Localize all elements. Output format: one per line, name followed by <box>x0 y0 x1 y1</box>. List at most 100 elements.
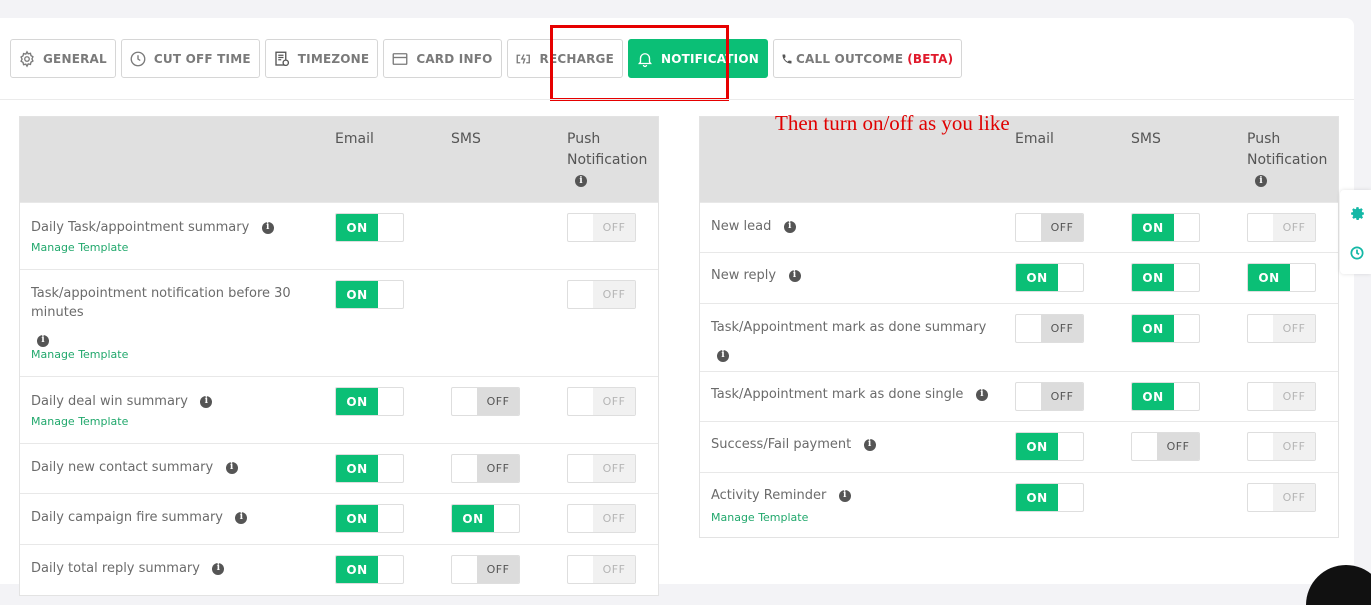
row-label-text: New reply <box>711 268 777 283</box>
push-toggle[interactable]: OFF <box>1247 213 1316 242</box>
row-label: Daily Task/appointment summary i <box>31 218 321 237</box>
push-toggle[interactable]: OFF <box>1247 382 1316 411</box>
info-icon[interactable]: i <box>200 395 213 408</box>
push-toggle[interactable]: OFF <box>567 213 636 242</box>
table-row: Daily total reply summary i ON OFF OFF <box>20 544 658 604</box>
email-toggle[interactable]: ON <box>335 213 404 242</box>
table-row: Daily new contact summary i ON OFF OFF <box>20 443 658 493</box>
column-sms: SMS <box>451 131 481 147</box>
info-icon[interactable]: i <box>863 438 876 451</box>
row-label: Daily campaign fire summary i <box>31 508 321 527</box>
sms-toggle[interactable]: OFF <box>451 454 520 483</box>
row-label-text: Activity Reminder <box>711 488 827 503</box>
side-toolbar <box>1340 190 1371 274</box>
toggle-off-label: OFF <box>593 505 635 532</box>
tab-label: CUT OFF TIME <box>153 51 251 66</box>
table-header: Email SMS Push Notification i <box>20 117 658 202</box>
email-toggle[interactable]: OFF <box>1015 314 1084 343</box>
info-icon[interactable]: i <box>783 220 796 233</box>
toggle-off-label: OFF <box>1041 315 1083 342</box>
column-push: Push Notification i <box>1247 129 1337 192</box>
history-clock-icon[interactable] <box>1348 244 1366 262</box>
email-toggle[interactable]: ON <box>1015 483 1084 512</box>
row-label-text: Success/Fail payment <box>711 437 852 452</box>
table-row: Daily campaign fire summary i ON ON OFF <box>20 493 658 544</box>
push-toggle[interactable]: OFF <box>567 387 636 416</box>
info-icon[interactable]: i <box>212 562 225 575</box>
toggle-off-label: OFF <box>477 388 519 415</box>
push-toggle[interactable]: OFF <box>1247 432 1316 461</box>
email-toggle[interactable]: ON <box>335 555 404 584</box>
push-toggle[interactable]: OFF <box>567 280 636 309</box>
toggle-off-label: OFF <box>477 556 519 583</box>
push-toggle[interactable]: OFF <box>1247 314 1316 343</box>
manage-template-link[interactable]: Manage Template <box>711 511 808 524</box>
info-icon: i <box>1255 175 1267 187</box>
push-toggle[interactable]: ON <box>1247 263 1316 292</box>
row-label: Daily new contact summary i <box>31 458 321 477</box>
tab-call-outcome[interactable]: CALL OUTCOME (BETA) <box>772 39 963 78</box>
row-label-text: Daily campaign fire summary <box>31 510 223 525</box>
email-toggle[interactable]: ON <box>1015 432 1084 461</box>
toggle-on-label: ON <box>336 455 378 482</box>
tabs-divider <box>0 99 1354 100</box>
email-toggle[interactable]: ON <box>335 387 404 416</box>
toggle-on-label: ON <box>1132 383 1174 410</box>
manage-template-link[interactable]: Manage Template <box>31 415 128 428</box>
settings-gear-icon[interactable] <box>1348 204 1366 222</box>
tab-cut-off-time[interactable]: CUT OFF TIME <box>120 39 260 78</box>
info-icon[interactable]: i <box>717 349 729 362</box>
info-icon[interactable]: i <box>225 461 238 474</box>
info-icon[interactable]: i <box>838 489 851 502</box>
tab-notification[interactable]: NOTIFICATION <box>627 39 768 78</box>
column-push-label: Push Notification <box>1247 131 1328 168</box>
push-toggle[interactable]: OFF <box>1247 483 1316 512</box>
sms-toggle[interactable]: ON <box>1131 382 1200 411</box>
toggle-on-label: ON <box>336 505 378 532</box>
toggle-off-label: OFF <box>477 455 519 482</box>
push-toggle[interactable]: OFF <box>567 555 636 584</box>
sms-toggle[interactable]: ON <box>1131 263 1200 292</box>
toggle-on-label: ON <box>1132 264 1174 291</box>
tab-label: CALL OUTCOME <box>795 51 904 66</box>
info-icon[interactable]: i <box>788 269 801 282</box>
row-label: Task/Appointment mark as done summary i <box>711 318 1011 365</box>
sms-toggle[interactable]: OFF <box>1131 432 1200 461</box>
info-icon[interactable]: i <box>37 334 49 347</box>
push-toggle[interactable]: OFF <box>567 454 636 483</box>
sms-toggle[interactable]: OFF <box>451 387 520 416</box>
email-toggle[interactable]: ON <box>335 454 404 483</box>
toggle-off-label: OFF <box>593 281 635 308</box>
email-toggle[interactable]: ON <box>335 280 404 309</box>
info-icon[interactable]: i <box>975 388 988 401</box>
tab-card-info[interactable]: CARD INFO <box>383 39 502 78</box>
toggle-off-label: OFF <box>1273 214 1315 241</box>
row-label-text: Daily total reply summary <box>31 561 200 576</box>
sms-toggle[interactable]: ON <box>1131 213 1200 242</box>
push-toggle[interactable]: OFF <box>567 504 636 533</box>
card-icon <box>390 49 410 69</box>
email-toggle[interactable]: ON <box>335 504 404 533</box>
info-icon[interactable]: i <box>261 221 274 234</box>
row-label: Daily total reply summary i <box>31 559 321 578</box>
email-toggle[interactable]: OFF <box>1015 382 1084 411</box>
toggle-off-label: OFF <box>1273 383 1315 410</box>
toggle-off-label: OFF <box>593 214 635 241</box>
sms-toggle[interactable]: ON <box>451 504 520 533</box>
manage-template-link[interactable]: Manage Template <box>31 348 128 361</box>
toggle-off-label: OFF <box>1041 383 1083 410</box>
sms-toggle[interactable]: OFF <box>451 555 520 584</box>
row-label: Task/appointment notification before 30 … <box>31 284 311 350</box>
email-toggle[interactable]: ON <box>1015 263 1084 292</box>
email-toggle[interactable]: OFF <box>1015 213 1084 242</box>
tab-timezone[interactable]: TIMEZONE <box>264 39 379 78</box>
info-icon[interactable]: i <box>235 511 248 524</box>
tab-label: CARD INFO <box>416 51 493 66</box>
sms-toggle[interactable]: ON <box>1131 314 1200 343</box>
tab-label: TIMEZONE <box>297 51 370 66</box>
manage-template-link[interactable]: Manage Template <box>31 241 128 254</box>
battery-charge-icon <box>514 49 534 69</box>
tab-general[interactable]: GENERAL <box>10 39 116 78</box>
tab-recharge[interactable]: RECHARGE <box>506 39 623 78</box>
row-label-text: Task/Appointment mark as done summary <box>711 320 987 335</box>
